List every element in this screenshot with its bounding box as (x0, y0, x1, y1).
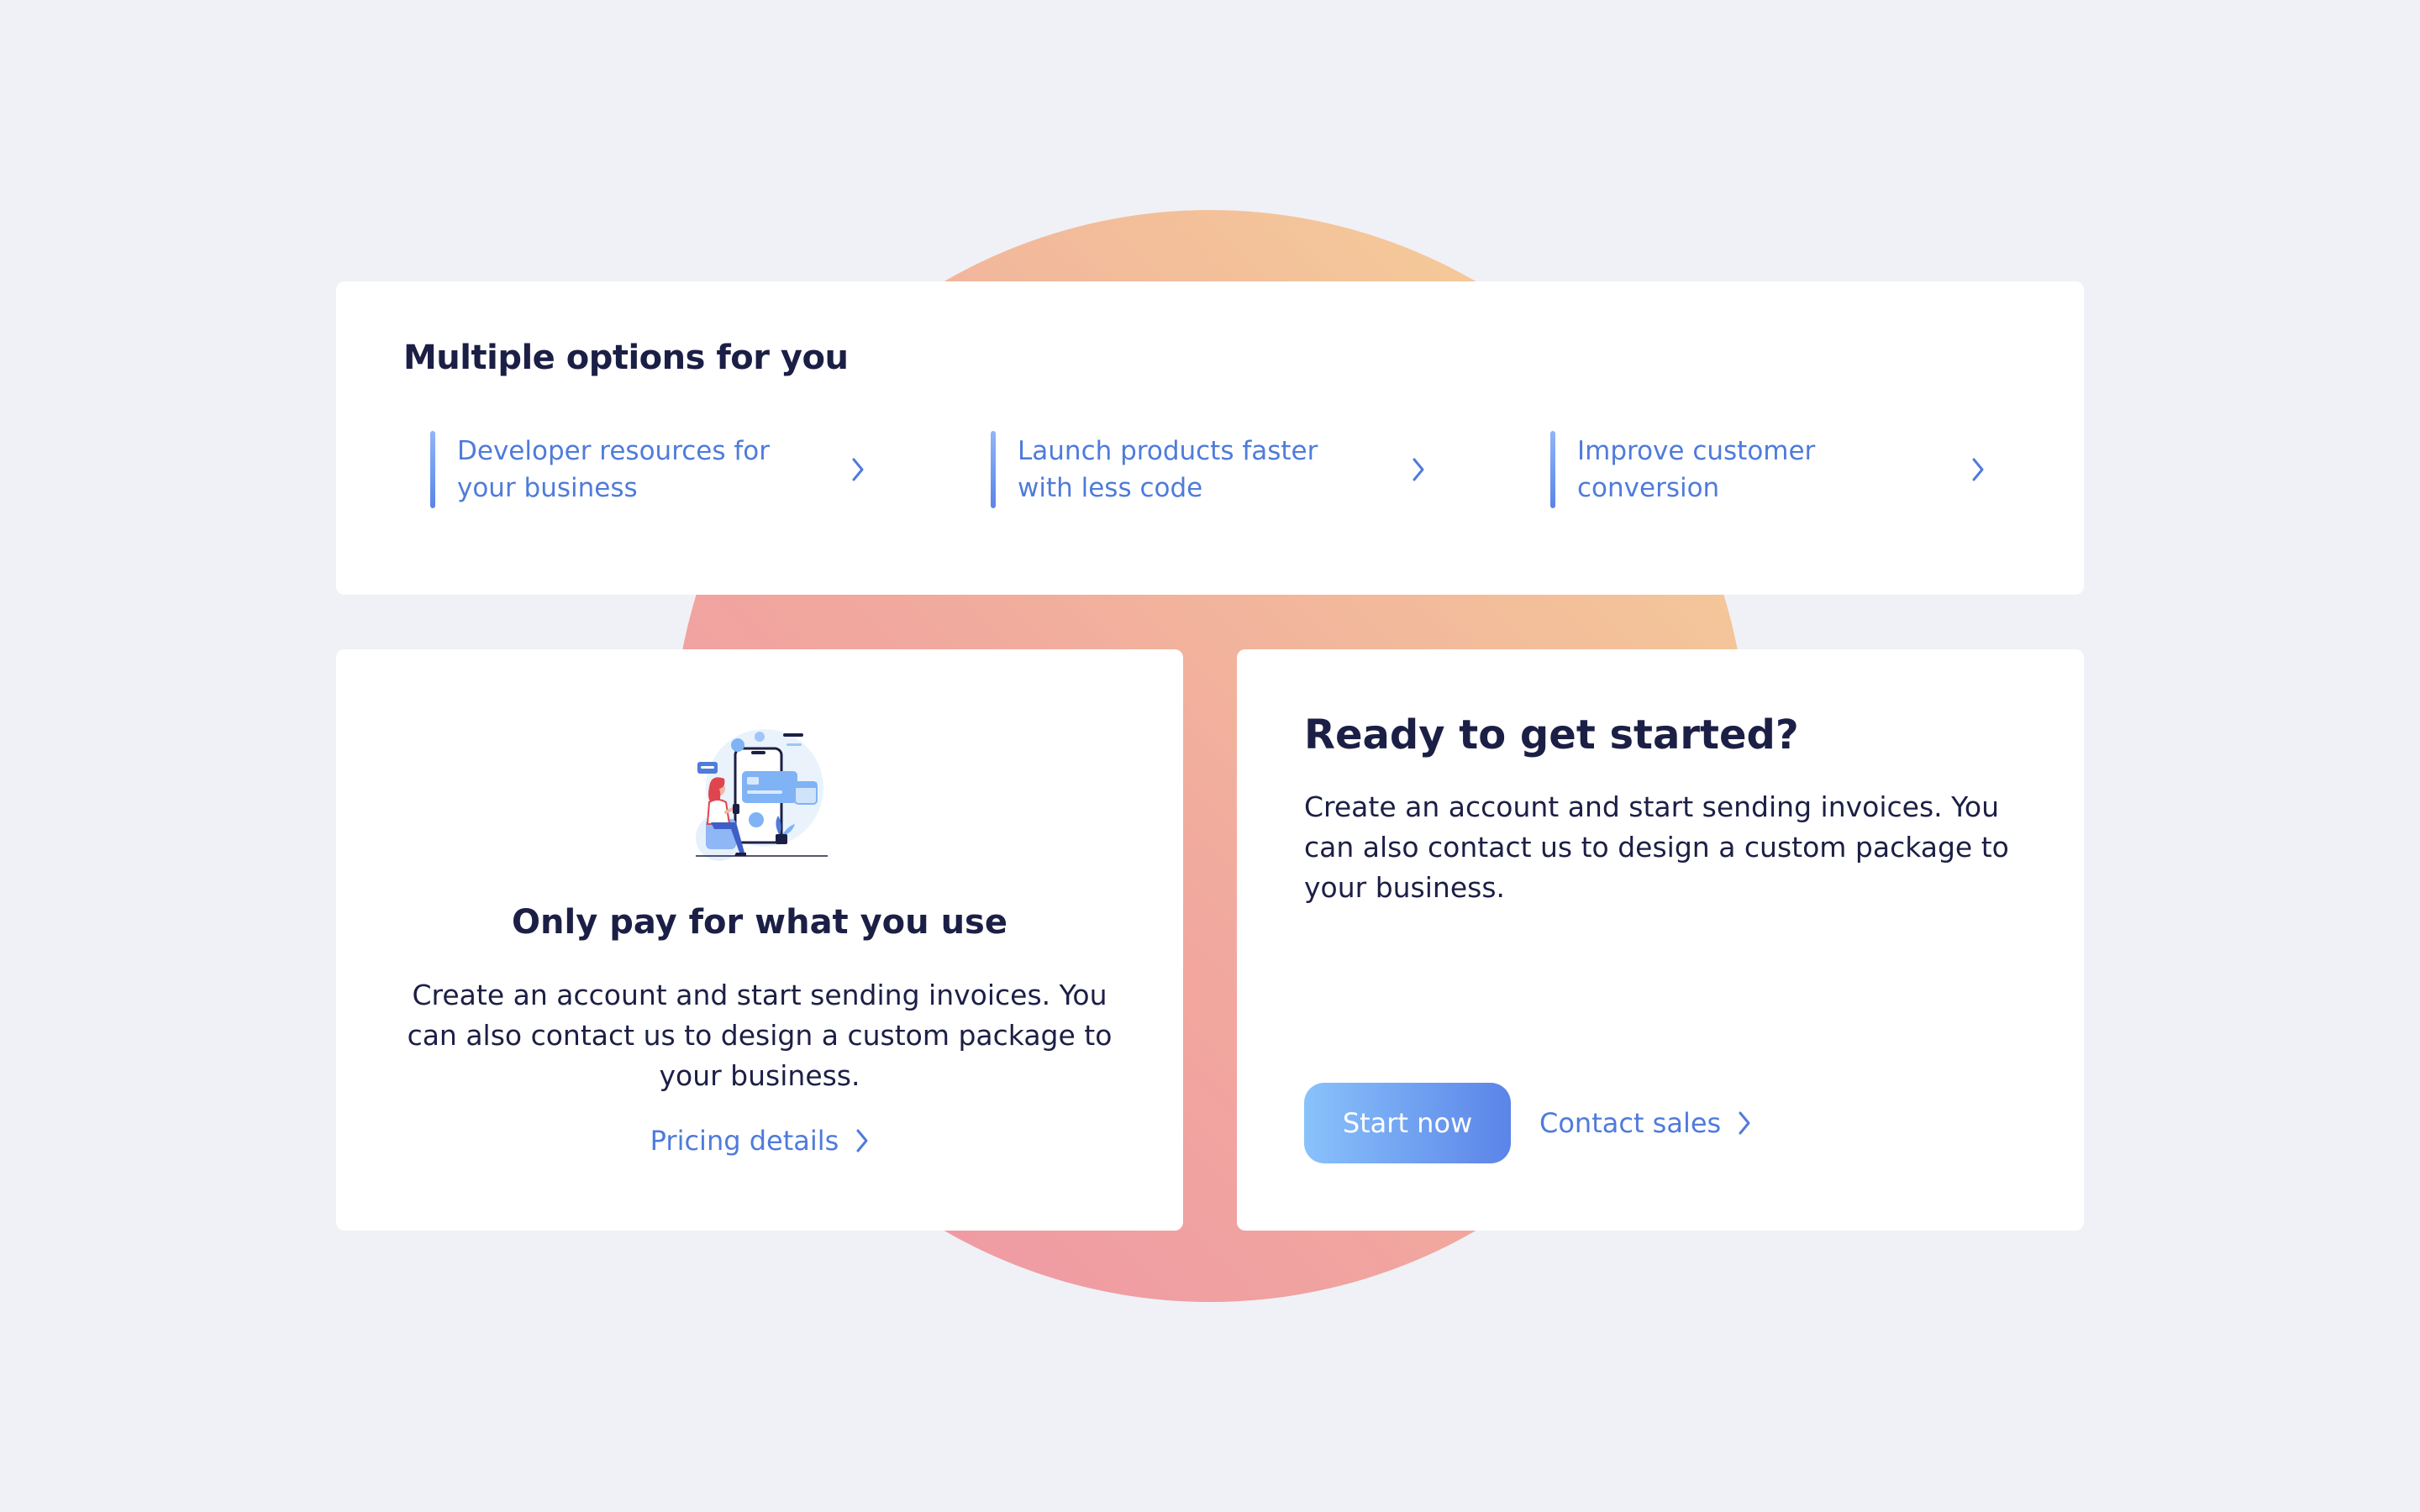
get-started-actions: Start now Contact sales (1304, 1083, 1751, 1163)
pricing-card-title: Only pay for what you use (512, 903, 1007, 942)
option-developer-resources[interactable]: Developer resources for your business (430, 431, 867, 508)
option-label: Developer resources for your business (457, 436, 770, 503)
get-started-title: Ready to get started? (1304, 711, 1799, 759)
pricing-card: Only pay for what you use Create an acco… (336, 649, 1183, 1231)
pricing-card-description: Create an account and start sending invo… (407, 979, 1113, 1092)
get-started-card: Ready to get started? Create an account … (1237, 649, 2084, 1231)
option-launch-products[interactable]: Launch products faster with less code (991, 431, 1428, 508)
chevron-right-icon (1738, 1110, 1751, 1136)
chevron-right-icon (1409, 455, 1428, 484)
option-accent-bar (430, 431, 435, 508)
pricing-details-label: Pricing details (650, 1125, 839, 1157)
contact-sales-link[interactable]: Contact sales (1539, 1107, 1751, 1139)
options-card: Multiple options for you Developer resou… (336, 281, 2084, 595)
pricing-details-link[interactable]: Pricing details (336, 1125, 1183, 1157)
option-label: Launch products faster with less code (1018, 436, 1318, 503)
get-started-description: Create an account and start sending invo… (1304, 790, 2009, 904)
start-now-button[interactable]: Start now (1304, 1083, 1511, 1163)
options-card-title: Multiple options for you (403, 339, 849, 377)
mobile-payment-illustration (689, 725, 832, 868)
option-accent-bar (991, 431, 996, 508)
option-improve-conversion[interactable]: Improve customer conversion (1550, 431, 1987, 508)
option-accent-bar (1550, 431, 1555, 508)
option-label: Improve customer conversion (1577, 436, 1816, 503)
chevron-right-icon (849, 455, 867, 484)
chevron-right-icon (855, 1128, 869, 1153)
contact-sales-label: Contact sales (1539, 1107, 1722, 1139)
chevron-right-icon (1969, 455, 1987, 484)
